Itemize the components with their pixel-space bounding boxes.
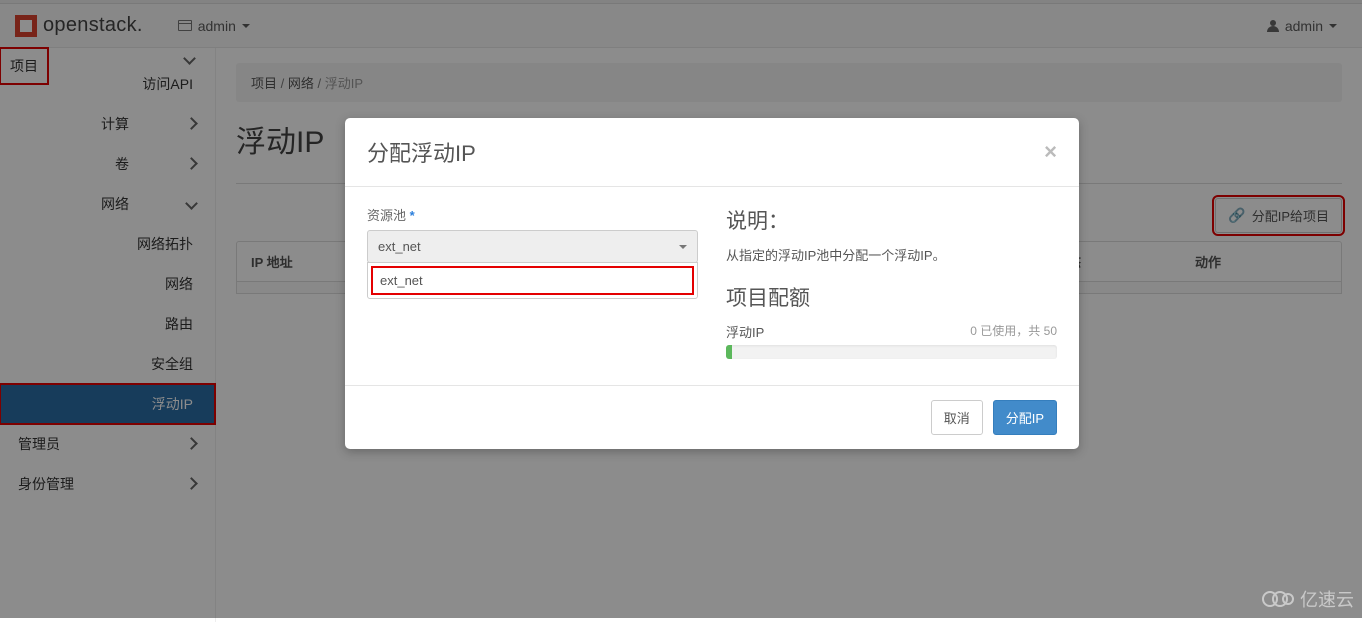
description-title: 说明： bbox=[726, 205, 1057, 235]
quota-title: 项目配额 bbox=[726, 282, 1057, 312]
pool-select-value: ext_net bbox=[378, 239, 421, 254]
submit-button[interactable]: 分配IP bbox=[993, 400, 1057, 435]
modal-description: 说明： 从指定的浮动IP池中分配一个浮动IP。 项目配额 浮动IP 0 已使用，… bbox=[726, 205, 1057, 359]
pool-select[interactable]: ext_net bbox=[367, 230, 698, 263]
quota-label: 浮动IP bbox=[726, 322, 764, 341]
close-icon[interactable]: × bbox=[1044, 141, 1057, 163]
watermark-text: 亿速云 bbox=[1300, 586, 1354, 612]
modal-title: 分配浮动IP bbox=[367, 136, 476, 168]
description-text: 从指定的浮动IP池中分配一个浮动IP。 bbox=[726, 245, 1057, 264]
modal-header: 分配浮动IP × bbox=[345, 118, 1079, 187]
quota-usage: 0 已使用，共 50 bbox=[970, 322, 1057, 341]
modal-footer: 取消 分配IP bbox=[345, 385, 1079, 449]
caret-down-icon bbox=[679, 245, 687, 249]
quota-progress bbox=[726, 345, 1057, 359]
pool-dropdown-panel: ext_net bbox=[367, 262, 698, 299]
cancel-button[interactable]: 取消 bbox=[931, 400, 983, 435]
modal-body: 资源池 * ext_net ext_net 说明： 从指定的浮动IP池中分配一个… bbox=[345, 187, 1079, 385]
required-asterisk-icon: * bbox=[410, 208, 415, 223]
quota-progress-bar bbox=[726, 345, 732, 359]
watermark-icon bbox=[1262, 591, 1294, 607]
quota-row: 浮动IP 0 已使用，共 50 bbox=[726, 322, 1057, 341]
allocate-floating-ip-modal: 分配浮动IP × 资源池 * ext_net ext_net 说明： 从指定的浮… bbox=[345, 118, 1079, 449]
watermark: 亿速云 bbox=[1262, 586, 1354, 612]
modal-form: 资源池 * ext_net ext_net bbox=[367, 205, 698, 359]
pool-label: 资源池 * bbox=[367, 205, 698, 224]
pool-option-extnet[interactable]: ext_net bbox=[368, 263, 697, 298]
pool-label-text: 资源池 bbox=[367, 208, 406, 223]
